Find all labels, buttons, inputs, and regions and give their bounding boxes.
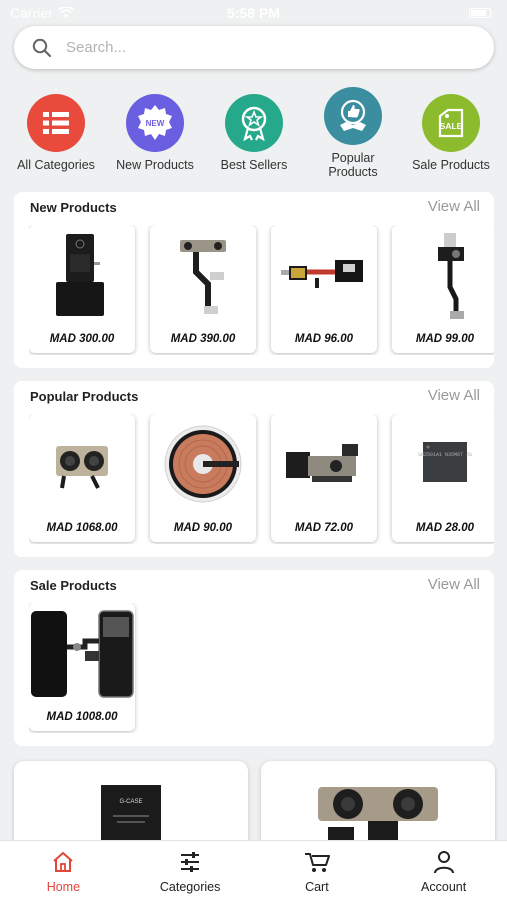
product-image-battery — [29, 225, 135, 325]
tab-label: Categories — [159, 880, 221, 894]
view-all-link[interactable]: View All — [428, 387, 480, 404]
category-shortcuts: All Categories NEW New Products Best Sel… — [0, 84, 507, 182]
product-image-wireless-coil — [150, 414, 256, 514]
sale-badge-text: SALE — [440, 121, 463, 131]
sliders-icon — [181, 852, 200, 872]
section-new-products: New Products View All MAD 300.00 MAD 390… — [14, 192, 494, 368]
tab-label: Home — [46, 880, 81, 894]
view-all-link[interactable]: View All — [428, 198, 480, 215]
product-card[interactable]: MAD 300.00 — [29, 225, 135, 353]
category-label: Best Sellers — [220, 158, 288, 172]
product-price: MAD 1008.00 — [46, 711, 118, 723]
product-card[interactable]: MAD 1008.00 — [29, 603, 135, 731]
chip-label: SN2501A1 N35M07 JS — [418, 452, 472, 458]
category-best-sellers[interactable]: Best Sellers — [205, 94, 303, 172]
section-sale-products: Sale Products View All MAD 1008.00 — [14, 570, 494, 746]
product-image-rear-camera — [29, 414, 135, 514]
thumbs-up-ribbon-icon — [324, 87, 382, 145]
product-image-flex-board — [271, 225, 377, 325]
product-carousel[interactable]: MAD 300.00 MAD 390.00 MAD 96.00 MAD 99.0… — [29, 225, 494, 355]
user-icon — [433, 851, 454, 874]
category-label: Popular Products — [328, 151, 378, 179]
product-card[interactable]: SN2501A1 N35M07 JS MAD 28.00 — [392, 414, 494, 542]
product-carousel[interactable]: MAD 1068.00 MAD 90.00 MAD 72.00 SN2501A1… — [29, 414, 494, 544]
battery-icon — [469, 8, 491, 18]
home-icon — [53, 852, 74, 872]
product-image-sensor-flex — [392, 225, 494, 325]
cart-icon — [304, 853, 330, 872]
section-title: New Products — [30, 200, 117, 215]
box-label: G-CASE — [119, 799, 142, 805]
product-image-lcd-screen — [29, 603, 135, 703]
view-all-link[interactable]: View All — [428, 576, 480, 593]
product-image-earpiece-flex — [271, 414, 377, 514]
tab-label: Cart — [305, 880, 329, 894]
tab-home[interactable]: Home — [0, 841, 127, 900]
product-card[interactable]: MAD 96.00 — [271, 225, 377, 353]
search-input[interactable] — [66, 39, 466, 56]
tab-label: Account — [421, 880, 467, 894]
sale-tag-icon: SALE — [422, 94, 480, 152]
award-star-icon — [225, 94, 283, 152]
new-badge-icon: NEW — [126, 94, 184, 152]
category-new-products[interactable]: NEW New Products — [106, 94, 204, 172]
category-all[interactable]: All Categories — [7, 94, 105, 172]
tab-categories[interactable]: Categories — [127, 841, 254, 900]
section-title: Sale Products — [30, 578, 117, 593]
tab-bar: Home Categories Cart Account — [0, 840, 507, 900]
product-price: MAD 90.00 — [173, 522, 233, 534]
tab-account[interactable]: Account — [380, 841, 507, 900]
product-card[interactable]: MAD 1068.00 — [29, 414, 135, 542]
product-price: MAD 72.00 — [294, 522, 354, 534]
category-popular-products[interactable]: Popular Products — [304, 87, 402, 179]
product-carousel[interactable]: MAD 1008.00 — [29, 603, 494, 733]
product-price: MAD 28.00 — [415, 522, 475, 534]
search-bar[interactable] — [14, 26, 494, 69]
product-card[interactable]: MAD 72.00 — [271, 414, 377, 542]
section-popular-products: Popular Products View All MAD 1068.00 MA… — [14, 381, 494, 557]
product-image-front-camera-flex — [150, 225, 256, 325]
product-price: MAD 99.00 — [415, 333, 475, 345]
clock: 5:58 PM — [227, 5, 280, 21]
tab-cart[interactable]: Cart — [254, 841, 381, 900]
product-card[interactable]: MAD 390.00 — [150, 225, 256, 353]
category-label: New Products — [116, 158, 194, 172]
product-price: MAD 96.00 — [294, 333, 354, 345]
product-card[interactable]: MAD 99.00 — [392, 225, 494, 353]
list-icon — [27, 94, 85, 152]
category-sale-products[interactable]: SALE Sale Products — [402, 94, 500, 172]
category-label: All Categories — [17, 158, 95, 172]
section-title: Popular Products — [30, 389, 139, 404]
search-icon — [32, 38, 52, 57]
new-badge-text: NEW — [146, 119, 165, 128]
product-image-ic-chip: SN2501A1 N35M07 JS — [392, 414, 494, 514]
category-label: Sale Products — [412, 158, 490, 172]
product-card[interactable]: MAD 90.00 — [150, 414, 256, 542]
product-price: MAD 390.00 — [170, 333, 236, 345]
status-bar: Carrier 5:58 PM — [0, 0, 507, 26]
product-price: MAD 300.00 — [49, 333, 115, 345]
product-price: MAD 1068.00 — [46, 522, 118, 534]
